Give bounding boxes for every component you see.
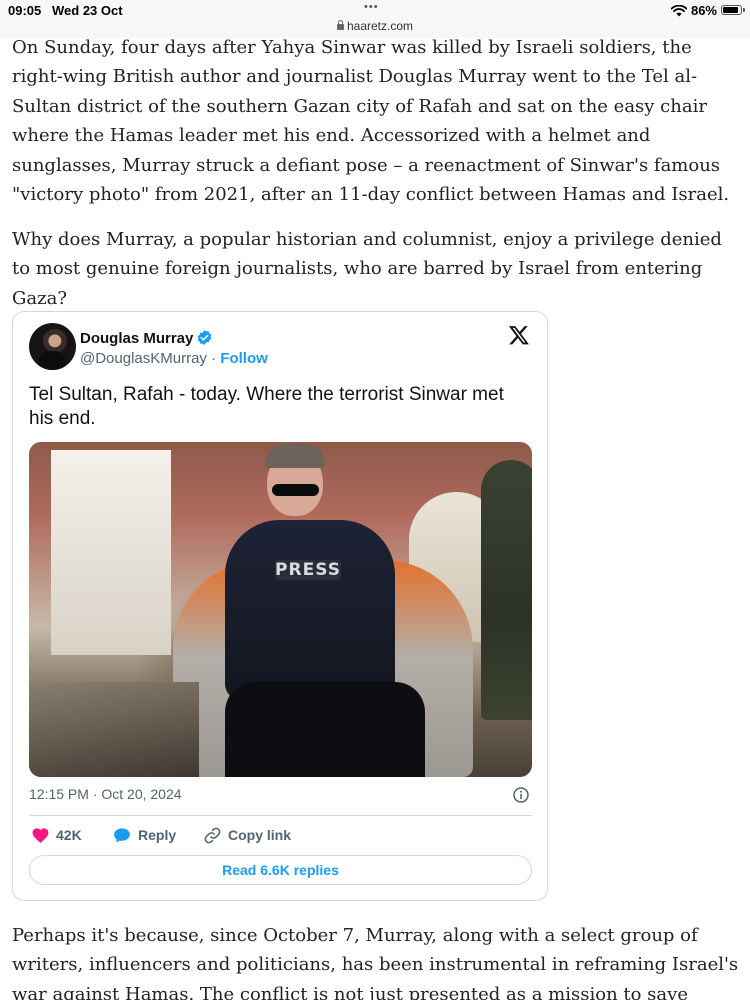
article-paragraph: Perhaps it's because, since October 7, M…: [12, 925, 739, 1000]
copy-link-label: Copy link: [228, 827, 292, 843]
author-name[interactable]: Douglas Murray: [80, 329, 213, 347]
reply-label: Reply: [138, 827, 177, 843]
status-date: Wed 23 Oct: [52, 3, 123, 18]
embedded-tweet[interactable]: Douglas Murray @DouglasKMurray · Follow …: [12, 311, 548, 901]
reply-button[interactable]: Reply: [112, 826, 176, 845]
battery-percent: 86%: [690, 3, 717, 18]
photo-man-figure: [225, 520, 395, 700]
info-icon[interactable]: [513, 787, 529, 803]
x-logo-icon[interactable]: [508, 324, 530, 346]
address-bar[interactable]: haaretz.com: [0, 19, 750, 33]
photo-man-hair: [265, 444, 325, 468]
photo-rubble: [29, 682, 199, 777]
tweet-photo[interactable]: PRESS: [29, 442, 532, 777]
battery-tip: [743, 8, 745, 12]
lock-icon: [336, 20, 344, 30]
avatar[interactable]: [29, 323, 76, 370]
article-paragraph: On Sunday, four days after Yahya Sinwar …: [12, 37, 730, 206]
photo-soldier-figure: [481, 460, 532, 720]
article-paragraph: Why does Murray, a popular historian and…: [12, 229, 722, 309]
divider: [29, 815, 532, 816]
author-name-text: Douglas Murray: [80, 330, 194, 347]
photo-press-label: PRESS: [275, 560, 341, 580]
photo-man-legs: [225, 682, 425, 777]
wifi-icon: [671, 5, 687, 17]
handle-separator: ·: [206, 350, 221, 367]
url-text: haaretz.com: [346, 19, 414, 33]
handle-line: @DouglasKMurray · Follow: [80, 350, 268, 367]
photo-sunglasses: [272, 484, 319, 496]
photo-window-region: [51, 450, 171, 655]
verified-badge-icon: [198, 330, 212, 345]
read-replies-button[interactable]: Read 6.6K replies: [29, 855, 532, 885]
copy-link-button[interactable]: Copy link: [203, 826, 291, 845]
reply-bubble-icon: [114, 828, 130, 843]
status-time: 09:05: [8, 3, 42, 18]
battery-icon: [721, 5, 742, 15]
author-handle[interactable]: @DouglasKMurray: [80, 350, 207, 367]
link-icon: [204, 827, 221, 844]
follow-button[interactable]: Follow: [220, 350, 268, 367]
like-button[interactable]: 42K: [31, 826, 82, 845]
tweet-timestamp[interactable]: 12:15 PM · Oct 20, 2024: [29, 786, 182, 802]
tweet-text: Tel Sultan, Rafah - today. Where the ter…: [29, 384, 504, 429]
battery-level-fill: [723, 7, 738, 13]
multitasking-dots[interactable]: •••: [364, 1, 379, 13]
like-count: 42K: [56, 827, 82, 843]
heart-icon: [32, 828, 49, 843]
